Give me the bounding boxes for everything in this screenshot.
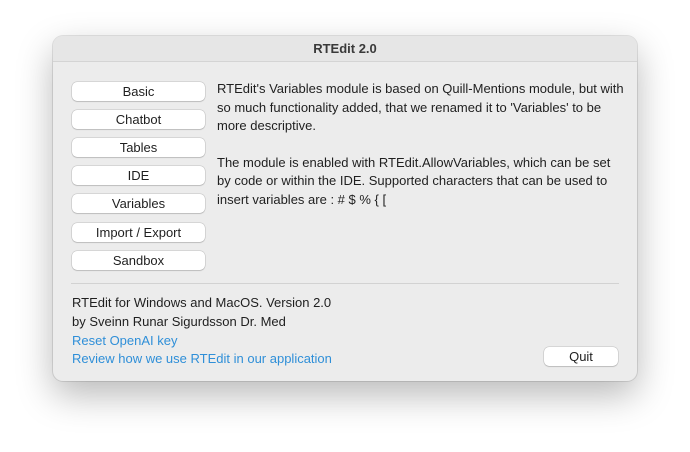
description-paragraph-1: RTEdit's Variables module is based on Qu… bbox=[217, 81, 624, 133]
divider bbox=[71, 283, 619, 284]
nav-button-basic[interactable]: Basic bbox=[72, 82, 205, 101]
nav-button-tables[interactable]: Tables bbox=[72, 138, 205, 157]
review-usage-link[interactable]: Review how we use RTEdit in our applicat… bbox=[72, 350, 332, 368]
nav-button-variables[interactable]: Variables bbox=[72, 194, 205, 213]
nav-button-import-export[interactable]: Import / Export bbox=[72, 223, 205, 242]
description-paragraph-2: The module is enabled with RTEdit.AllowV… bbox=[217, 154, 611, 207]
nav-button-ide[interactable]: IDE bbox=[72, 166, 205, 185]
window-title: RTEdit 2.0 bbox=[53, 36, 637, 62]
version-text: RTEdit for Windows and MacOS. Version 2.… bbox=[72, 295, 332, 310]
nav-button-chatbot[interactable]: Chatbot bbox=[72, 110, 205, 129]
nav-button-sandbox[interactable]: Sandbox bbox=[72, 251, 205, 270]
author-text: by Sveinn Runar Sigurdsson Dr. Med bbox=[72, 314, 286, 329]
description-text: RTEdit's Variables module is based on Qu… bbox=[217, 80, 627, 227]
quit-button[interactable]: Quit bbox=[544, 347, 618, 366]
about-window: RTEdit 2.0 Basic Chatbot Tables IDE Vari… bbox=[53, 36, 637, 381]
reset-openai-key-link[interactable]: Reset OpenAI key bbox=[72, 332, 178, 350]
